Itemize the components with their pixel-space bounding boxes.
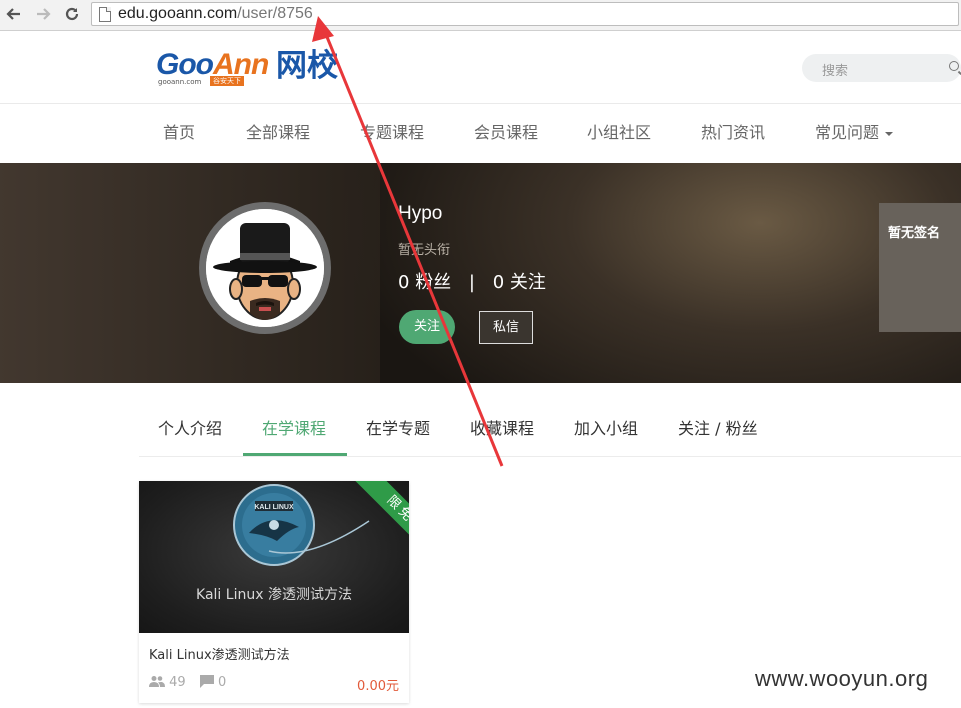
tab-learning-courses[interactable]: 在学课程 (262, 419, 326, 439)
student-count: 49 (169, 675, 186, 690)
main-nav: 首页 全部课程 专题课程 会员课程 小组社区 热门资讯 常见问题 (0, 104, 961, 162)
course-card[interactable]: KALI LINUX Kali Linux 渗透测试方法 限免 Kali Lin… (139, 481, 409, 703)
fans-label[interactable]: 粉丝 (415, 272, 451, 293)
course-thumbnail[interactable]: KALI LINUX Kali Linux 渗透测试方法 限免 (139, 481, 409, 633)
user-stats: 0 粉丝 | 0 关注 (398, 268, 546, 294)
nav-item-all-courses[interactable]: 全部课程 (246, 123, 310, 143)
forward-icon[interactable] (34, 5, 52, 23)
users-icon (149, 676, 165, 687)
user-title: 暂无头衔 (398, 243, 451, 258)
nav-item-news[interactable]: 热门资讯 (701, 123, 765, 143)
active-tab-indicator (243, 453, 347, 456)
signature-box: 暂无签名 (879, 203, 961, 332)
back-icon[interactable] (5, 5, 23, 23)
user-name: Hypo (398, 203, 443, 224)
nav-item-home[interactable]: 首页 (163, 123, 195, 143)
profile-tabs: 个人介绍 在学课程 在学专题 收藏课程 加入小组 关注 / 粉丝 (139, 404, 961, 457)
tab-follow-fans[interactable]: 关注 / 粉丝 (678, 419, 758, 439)
logo-slogan: 谷安天下 (210, 76, 244, 86)
nav-item-topic-courses[interactable]: 专题课程 (360, 123, 424, 143)
address-bar[interactable]: edu.gooann.com/user/8756 (91, 2, 959, 26)
chevron-down-icon (885, 131, 894, 136)
comment-count: 0 (217, 675, 227, 690)
tab-joined-groups[interactable]: 加入小组 (574, 419, 638, 439)
course-meta: 49 0 (149, 675, 226, 690)
search-placeholder: 搜索 (822, 64, 849, 79)
course-thumb-caption: Kali Linux 渗透测试方法 (196, 587, 352, 603)
fans-count[interactable]: 0 (398, 272, 409, 293)
search-icon[interactable] (949, 61, 959, 71)
following-count[interactable]: 0 (493, 272, 504, 293)
kali-logo-text: KALI LINUX (254, 504, 294, 511)
avatar[interactable] (199, 202, 331, 334)
kali-logo-image: KALI LINUX (233, 484, 370, 566)
page-icon (99, 7, 111, 22)
search-input[interactable]: 搜索 (802, 54, 961, 82)
message-button[interactable]: 私信 (479, 311, 533, 344)
reload-icon[interactable] (63, 5, 81, 23)
follow-button[interactable]: 关注 (399, 310, 455, 344)
following-label[interactable]: 关注 (510, 272, 546, 293)
nav-item-member-courses[interactable]: 会员课程 (474, 123, 538, 143)
signature-text: 暂无签名 (888, 226, 941, 241)
browser-toolbar: edu.gooann.com/user/8756 (0, 0, 961, 31)
tab-intro[interactable]: 个人介绍 (158, 419, 222, 439)
avatar-image (206, 209, 324, 327)
comment-icon (199, 675, 214, 688)
profile-banner: Hypo 暂无头衔 0 粉丝 | 0 关注 关注 私信 暂无签名 (0, 163, 961, 383)
nav-item-groups[interactable]: 小组社区 (587, 123, 651, 143)
nav-item-faq[interactable]: 常见问题 (815, 123, 894, 143)
logo-chinese: 网校 (276, 48, 338, 84)
watermark-text: www.wooyun.org (755, 666, 929, 691)
url-text[interactable]: edu.gooann.com/user/8756 (118, 4, 313, 24)
course-price: 0.00元 (357, 679, 399, 694)
stats-separator: | (468, 272, 475, 293)
site-logo[interactable]: GooAnn 网校 gooann.com 谷安天下 (156, 48, 356, 88)
course-title[interactable]: Kali Linux渗透测试方法 (149, 644, 290, 663)
tab-favorite-courses[interactable]: 收藏课程 (470, 419, 534, 439)
tab-learning-topics[interactable]: 在学专题 (366, 419, 430, 439)
logo-domain: gooann.com (158, 78, 202, 86)
